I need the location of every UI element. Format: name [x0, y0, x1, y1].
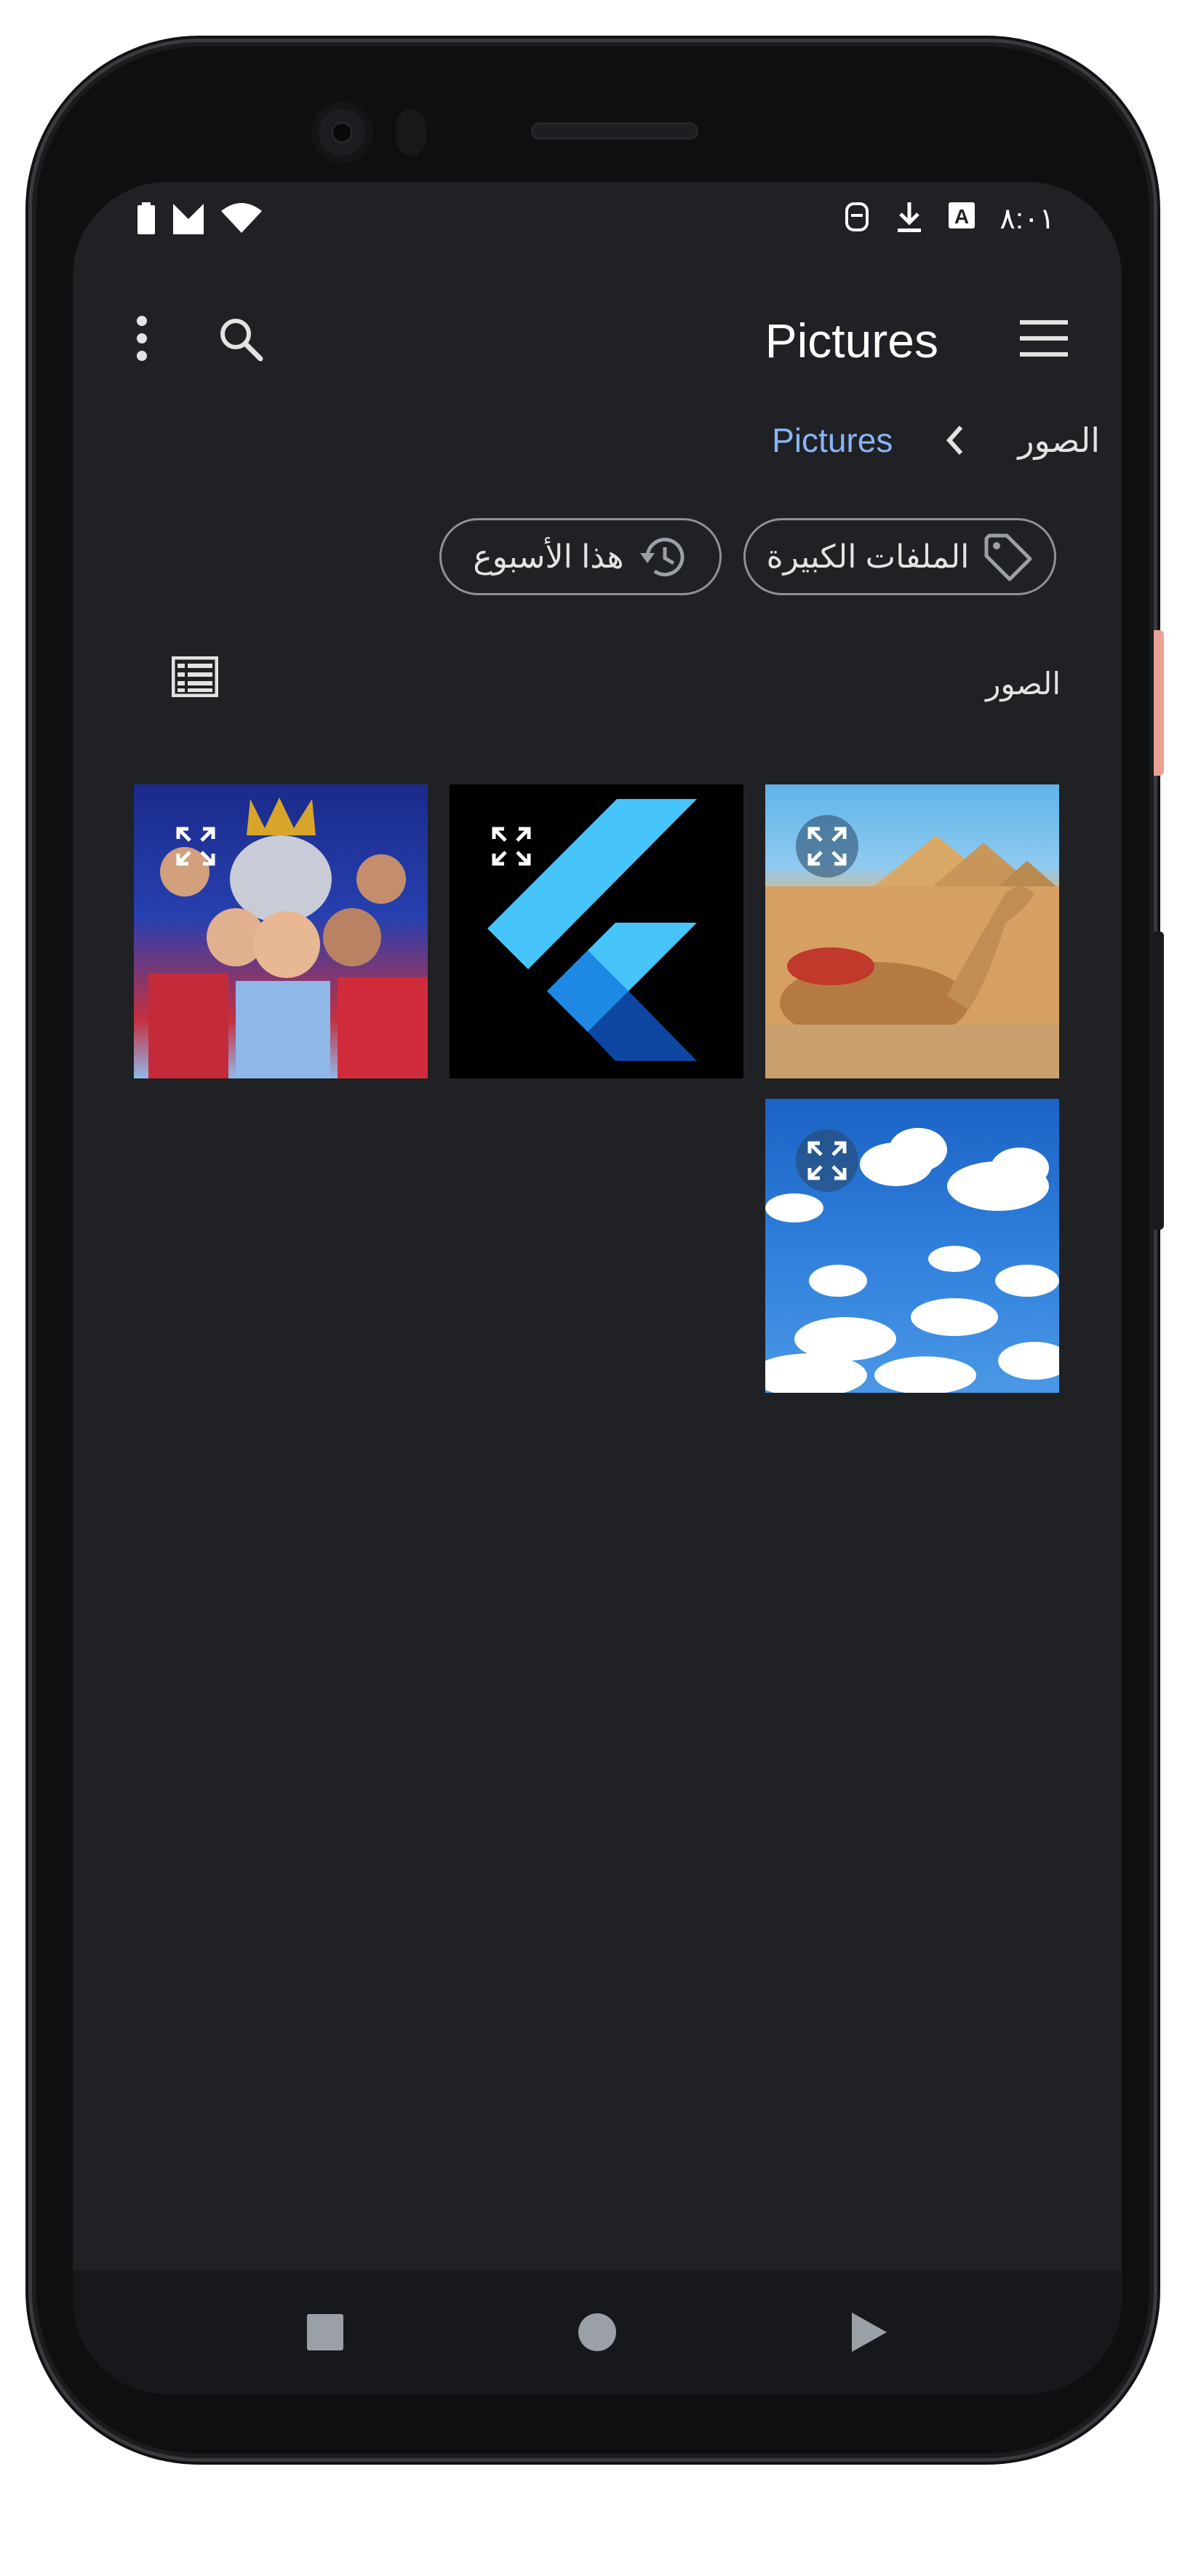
earpiece-speaker — [531, 122, 698, 140]
history-icon — [639, 538, 685, 576]
recents-square-icon — [307, 2314, 343, 2350]
back-triangle-icon — [852, 2313, 887, 2352]
expand-button[interactable] — [796, 1129, 858, 1192]
wifi-icon — [221, 202, 262, 238]
expand-button[interactable] — [164, 815, 227, 878]
view-toggle-button[interactable] — [166, 648, 224, 706]
image-flutter-logo[interactable] — [450, 784, 743, 1078]
signal-icon — [172, 202, 205, 238]
chevron-left-icon — [933, 418, 977, 462]
breadcrumb: الصور Pictures — [772, 415, 1100, 466]
svg-text:A: A — [954, 205, 969, 228]
system-nav-bar — [73, 2270, 1122, 2394]
more-options-button[interactable] — [116, 306, 167, 371]
recents-button[interactable] — [292, 2299, 358, 2365]
menu-icon — [1020, 320, 1068, 357]
tag-icon — [984, 533, 1032, 581]
image-pyramids-camel[interactable] — [765, 784, 1059, 1078]
page-title: Pictures — [765, 314, 938, 367]
search-button[interactable] — [211, 309, 269, 367]
app-bar: Pictures — [73, 284, 1122, 393]
chip-this-week[interactable]: هذا الأسبوع — [439, 518, 722, 595]
clock: ٨:٠١ — [1000, 202, 1055, 235]
translate-icon: A — [949, 202, 975, 235]
image-sky-clouds[interactable] — [765, 1099, 1059, 1393]
expand-icon — [807, 1141, 847, 1180]
volume-button — [1154, 630, 1164, 776]
expand-button[interactable] — [480, 815, 543, 878]
power-button — [1154, 931, 1164, 1230]
sim-icon — [844, 201, 870, 236]
section-title: الصور — [986, 667, 1061, 701]
screen: A ٨:٠١ Pictures الصور Pictures الملفات ا… — [73, 182, 1122, 2394]
expand-icon — [176, 827, 215, 866]
breadcrumb-root[interactable]: الصور — [1018, 421, 1100, 460]
status-bar: A ٨:٠١ — [73, 182, 1122, 255]
breadcrumb-current[interactable]: Pictures — [772, 421, 893, 460]
expand-icon — [807, 827, 847, 866]
expand-button[interactable] — [796, 815, 858, 878]
back-button[interactable] — [837, 2299, 902, 2365]
download-icon — [895, 201, 924, 236]
list-view-icon — [172, 656, 218, 697]
front-camera — [311, 102, 372, 163]
home-button[interactable] — [564, 2299, 630, 2365]
chip-label: هذا الأسبوع — [473, 538, 624, 575]
search-icon — [220, 319, 263, 362]
chip-label: الملفات الكبيرة — [766, 538, 970, 575]
expand-icon — [492, 827, 531, 866]
home-circle-icon — [578, 2313, 616, 2351]
menu-button[interactable] — [1011, 309, 1077, 367]
proximity-sensor — [396, 109, 426, 156]
chip-large-files[interactable]: الملفات الكبيرة — [743, 518, 1056, 595]
battery-icon — [137, 202, 156, 238]
image-football-players[interactable] — [134, 784, 428, 1078]
more-vert-icon — [137, 316, 147, 361]
